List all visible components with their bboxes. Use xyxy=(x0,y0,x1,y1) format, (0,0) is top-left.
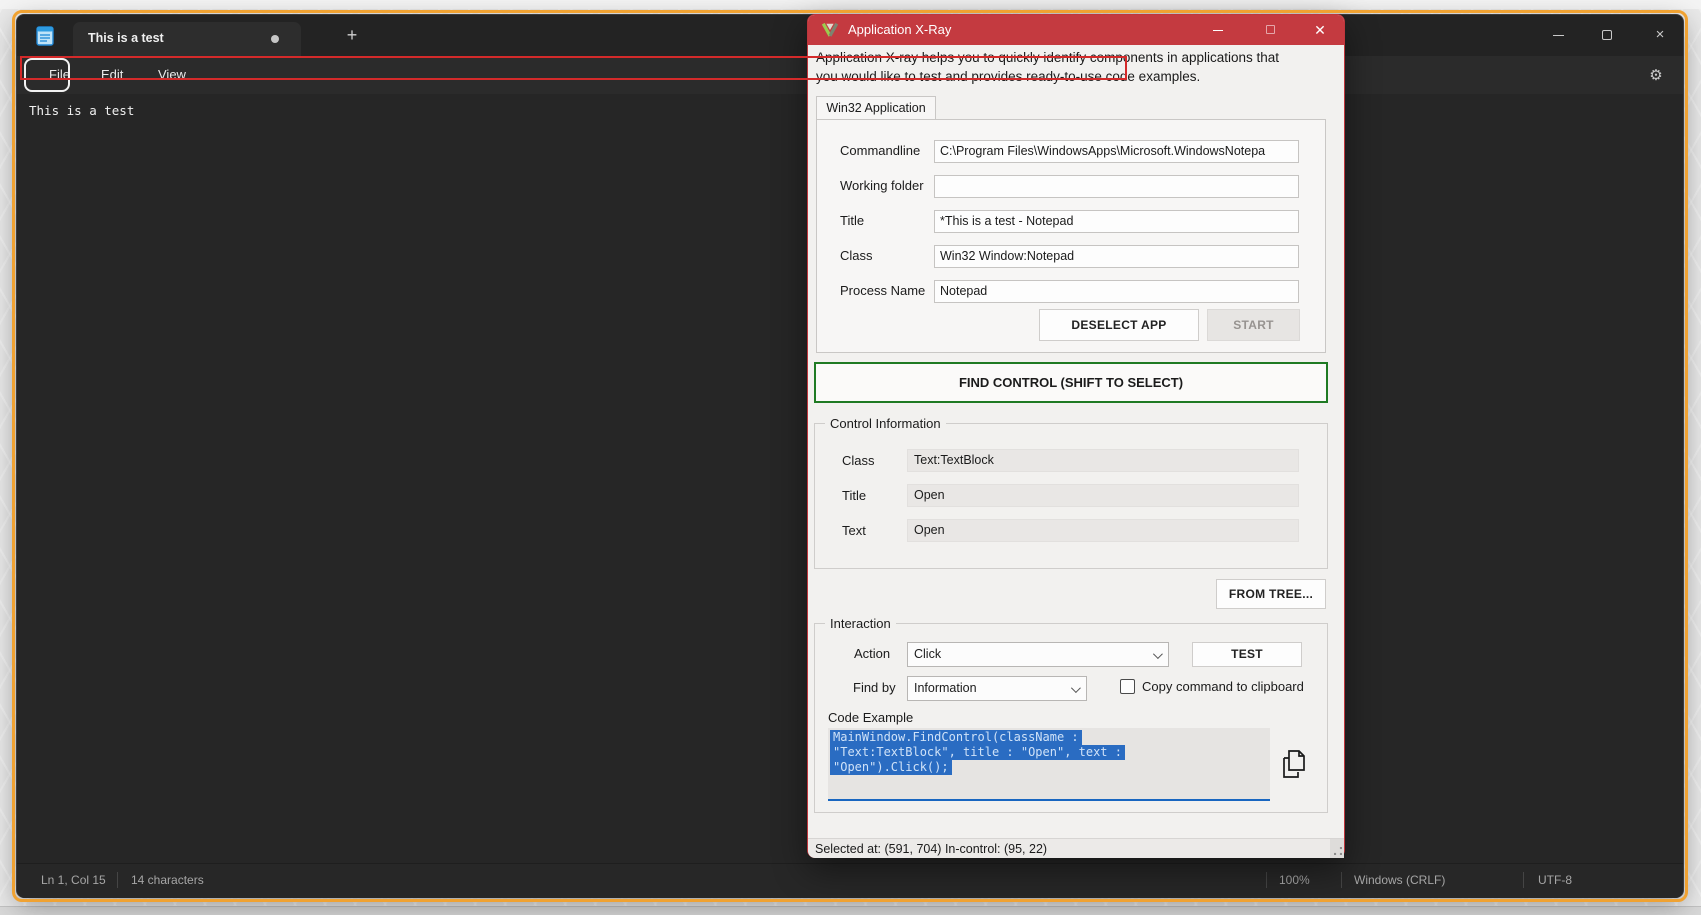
deselect-app-button[interactable]: DESELECT APP xyxy=(1039,309,1199,341)
xray-logo-icon xyxy=(821,21,839,39)
description-line-2: you would like to test and provides read… xyxy=(816,68,1340,87)
code-line: "Text:TextBlock", title : "Open", text : xyxy=(830,745,1125,760)
desktop-top-strip xyxy=(0,0,1701,9)
ci-class-label: Class xyxy=(842,453,875,468)
control-information-group: Control Information Class Text:TextBlock… xyxy=(814,423,1328,569)
notepad-app-icon xyxy=(34,25,56,47)
ci-title-label: Title xyxy=(842,488,866,503)
desktop-bottom-strip xyxy=(0,906,1701,915)
chevron-down-icon xyxy=(1153,649,1163,659)
code-line: MainWindow.FindControl(className : xyxy=(830,730,1082,745)
action-selected-value: Click xyxy=(914,647,941,661)
maximize-icon xyxy=(1266,25,1275,34)
commandline-label: Commandline xyxy=(840,143,920,158)
tab-win32-application[interactable]: Win32 Application xyxy=(816,96,936,120)
status-divider xyxy=(1266,872,1267,888)
test-button[interactable]: TEST xyxy=(1192,642,1302,667)
start-button: START xyxy=(1207,309,1300,341)
process-name-input[interactable]: Notepad xyxy=(934,280,1299,303)
status-cursor-position: Ln 1, Col 15 xyxy=(41,873,106,887)
chevron-down-icon xyxy=(1071,683,1081,693)
description-line-1: Application X-ray helps you to quickly i… xyxy=(816,49,1340,68)
settings-gear-icon[interactable]: ⚙ xyxy=(1645,64,1667,86)
minimize-icon xyxy=(1553,35,1564,36)
code-example-label: Code Example xyxy=(828,710,913,725)
notepad-minimize-button[interactable] xyxy=(1545,27,1571,43)
close-icon: × xyxy=(1656,26,1665,43)
xray-status-bar: Selected at: (591, 704) In-control: (95,… xyxy=(808,838,1344,858)
ci-text-value[interactable]: Open xyxy=(907,519,1299,542)
xray-window-title: Application X-Ray xyxy=(848,22,951,37)
ci-text-label: Text xyxy=(842,523,866,538)
working-folder-input[interactable] xyxy=(934,175,1299,198)
copy-command-checkbox[interactable] xyxy=(1120,679,1135,694)
status-encoding[interactable]: UTF-8 xyxy=(1538,873,1572,887)
interaction-group: Interaction Action Click TEST Find by In… xyxy=(814,623,1328,813)
status-divider xyxy=(1523,872,1524,888)
xray-description: Application X-ray helps you to quickly i… xyxy=(816,49,1340,86)
copy-to-clipboard-icon[interactable] xyxy=(1278,746,1308,784)
find-by-dropdown[interactable]: Information xyxy=(907,676,1087,701)
resize-grip-icon xyxy=(1334,847,1342,855)
minimize-icon xyxy=(1213,30,1223,31)
notepad-tab-title: This is a test xyxy=(88,31,164,45)
xray-status-text: Selected at: (591, 704) In-control: (95,… xyxy=(815,842,1047,856)
win32-application-panel: Commandline C:\Program Files\WindowsApps… xyxy=(816,119,1326,353)
find-control-button[interactable]: FIND CONTROL (SHIFT TO SELECT) xyxy=(814,362,1328,403)
xray-maximize-button[interactable] xyxy=(1258,20,1282,40)
notepad-status-bar: Ln 1, Col 15 14 characters 100% Windows … xyxy=(17,863,1683,898)
xray-title-bar[interactable]: Application X-Ray ✕ xyxy=(808,15,1344,45)
title-input[interactable]: *This is a test - Notepad xyxy=(934,210,1299,233)
action-dropdown[interactable]: Click xyxy=(907,642,1169,667)
menu-view[interactable]: View xyxy=(158,67,186,82)
find-by-selected-value: Information xyxy=(914,681,977,695)
status-divider xyxy=(1341,872,1342,888)
title-label: Title xyxy=(840,213,864,228)
class-input[interactable]: Win32 Window:Notepad xyxy=(934,245,1299,268)
code-line: "Open").Click(); xyxy=(830,760,952,775)
status-zoom-level[interactable]: 100% xyxy=(1279,873,1310,887)
working-folder-label: Working folder xyxy=(840,178,924,193)
status-character-count: 14 characters xyxy=(131,873,204,887)
copy-command-checkbox-label: Copy command to clipboard xyxy=(1142,679,1304,694)
menu-file[interactable]: File xyxy=(49,67,70,82)
close-icon: ✕ xyxy=(1314,22,1326,38)
status-divider xyxy=(117,872,118,888)
class-label: Class xyxy=(840,248,873,263)
xray-close-button[interactable]: ✕ xyxy=(1308,20,1332,40)
from-tree-button[interactable]: FROM TREE... xyxy=(1216,579,1326,609)
ci-title-value[interactable]: Open xyxy=(907,484,1299,507)
editor-text: This is a test xyxy=(29,103,134,118)
find-by-label: Find by xyxy=(853,680,896,695)
xray-minimize-button[interactable] xyxy=(1206,20,1230,40)
action-label: Action xyxy=(854,646,890,661)
notepad-close-button[interactable]: × xyxy=(1647,27,1673,43)
notepad-maximize-button[interactable] xyxy=(1594,27,1620,43)
interaction-legend: Interaction xyxy=(825,616,896,631)
maximize-icon xyxy=(1602,30,1612,40)
application-xray-window: Application X-Ray ✕ Application X-ray he… xyxy=(807,14,1345,858)
ci-class-value[interactable]: Text:TextBlock xyxy=(907,449,1299,472)
menu-edit[interactable]: Edit xyxy=(101,67,123,82)
process-name-label: Process Name xyxy=(840,283,925,298)
commandline-input[interactable]: C:\Program Files\WindowsApps\Microsoft.W… xyxy=(934,140,1299,163)
notepad-tab[interactable]: This is a test xyxy=(73,22,301,56)
control-information-legend: Control Information xyxy=(825,416,946,431)
status-line-ending[interactable]: Windows (CRLF) xyxy=(1354,873,1445,887)
new-tab-button[interactable]: + xyxy=(339,22,365,48)
code-example-textbox[interactable]: MainWindow.FindControl(className : "Text… xyxy=(828,728,1270,801)
unsaved-changes-dot-icon xyxy=(271,35,279,43)
